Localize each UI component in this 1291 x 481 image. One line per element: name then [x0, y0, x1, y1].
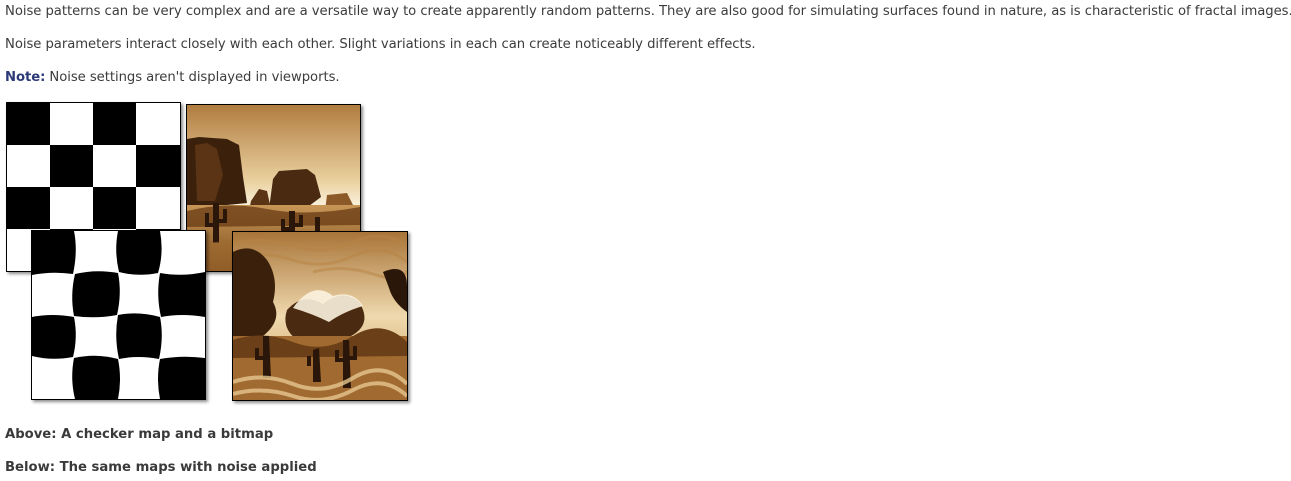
caption-below: Below: The same maps with noise applied: [5, 460, 317, 475]
noise-comparison-figure: [0, 0, 420, 410]
desert-bitmap-noise-image: [232, 231, 408, 401]
checker-map-noise-image: [31, 230, 206, 400]
caption-above: Above: A checker map and a bitmap: [5, 427, 274, 442]
